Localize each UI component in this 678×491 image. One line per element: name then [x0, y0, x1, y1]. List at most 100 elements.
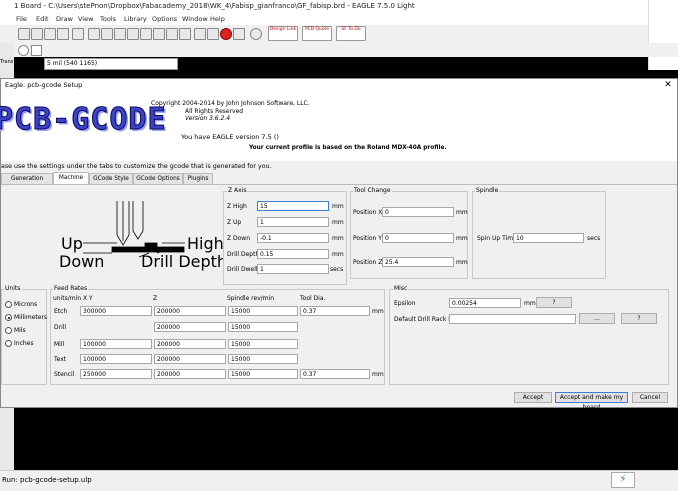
tab-gcode-style[interactable]: GCode Style	[89, 173, 133, 184]
diagram-drill-depth-label: Drill Depth	[141, 252, 223, 271]
open-icon[interactable]	[18, 28, 30, 40]
redo-icon[interactable]	[207, 28, 219, 40]
etch-z-input[interactable]: 200000	[154, 306, 226, 316]
drill-depth-input[interactable]: 0.15	[257, 249, 329, 259]
drill-dwell-input[interactable]: 1	[257, 264, 329, 274]
etch-unit: mm	[372, 308, 384, 315]
menu-window[interactable]: Window	[182, 15, 208, 23]
save-icon[interactable]	[31, 28, 43, 40]
stencil-spindle-input[interactable]: 15000	[228, 369, 298, 379]
epsilon-input[interactable]: 0.00254	[449, 298, 521, 308]
etch-xy-input[interactable]: 300000	[80, 306, 152, 316]
position-x-label: Position X	[353, 209, 383, 216]
machine-panel: Up Down High Drill Depth Z Axis Z High 1…	[1, 184, 677, 389]
drill-spindle-input[interactable]: 15000	[228, 322, 298, 332]
menu-file[interactable]: File	[16, 15, 27, 23]
feed-rates-title: Feed Rates	[53, 285, 89, 292]
z-down-input[interactable]: -0.1	[257, 233, 329, 243]
etch-spindle-input[interactable]: 15000	[228, 306, 298, 316]
position-y-unit: mm	[456, 235, 468, 242]
text-spindle-input[interactable]: 15000	[228, 354, 298, 364]
row-drill-label: Drill	[54, 324, 67, 331]
radio-microns[interactable]	[5, 301, 12, 308]
lightning-icon[interactable]: ⚡	[611, 472, 635, 488]
cancel-button[interactable]: Cancel	[632, 392, 668, 403]
copyright-text: Copyright 2004-2014 by John Johnson Soft…	[151, 100, 310, 107]
script-icon[interactable]	[101, 28, 113, 40]
help-icon[interactable]	[250, 28, 262, 40]
menu-tools[interactable]: Tools	[100, 15, 116, 23]
stencil-z-input[interactable]: 200000	[154, 369, 226, 379]
usage-hint: ase use the settings under the tabs to c…	[1, 163, 272, 170]
undo-icon[interactable]	[194, 28, 206, 40]
design-link-button[interactable]: Design Link	[268, 26, 298, 41]
drill-z-input[interactable]: 200000	[154, 322, 226, 332]
mill-z-input[interactable]: 200000	[154, 339, 226, 349]
accept-button[interactable]: Accept	[514, 392, 552, 403]
layer-icon[interactable]	[18, 45, 29, 56]
browse-button[interactable]: ...	[579, 313, 615, 324]
menu-draw[interactable]: Draw	[56, 15, 73, 23]
grid-icon[interactable]	[31, 45, 42, 56]
text-xy-input[interactable]: 100000	[80, 354, 152, 364]
zoom-out-icon[interactable]	[140, 28, 152, 40]
epsilon-help-button[interactable]: ?	[536, 297, 572, 308]
zoom-select-icon[interactable]	[153, 28, 165, 40]
z-up-unit: mm	[332, 219, 344, 226]
row-text-label: Text	[54, 356, 67, 363]
menu-library[interactable]: Library	[124, 15, 147, 23]
position-x-input[interactable]: 0	[382, 207, 454, 217]
menu-edit[interactable]: Edit	[36, 15, 49, 23]
board-canvas[interactable]	[40, 410, 678, 470]
position-x-unit: mm	[456, 209, 468, 216]
spin-up-time-label: Spin Up Time	[477, 235, 517, 242]
sf-todo-button[interactable]: SF To Do	[336, 26, 366, 41]
stop-icon[interactable]	[220, 28, 232, 40]
accept-and-make-board-button[interactable]: Accept and make my board	[555, 392, 628, 411]
mill-xy-input[interactable]: 100000	[80, 339, 152, 349]
board-icon[interactable]	[72, 28, 84, 40]
go-icon[interactable]	[233, 28, 245, 40]
row-etch-label: Etch	[54, 308, 68, 315]
stencil-xy-input[interactable]: 250000	[80, 369, 152, 379]
etch-tooldia-input[interactable]: 0.37	[300, 306, 370, 316]
text-z-input[interactable]: 200000	[154, 354, 226, 364]
position-z-input[interactable]: 25.4	[382, 257, 454, 267]
status-text: Run: pcb-gcode-setup.ulp	[2, 476, 92, 484]
z-down-unit: mm	[332, 235, 344, 242]
close-icon[interactable]: ✕	[662, 79, 674, 91]
radio-inches[interactable]	[5, 340, 12, 347]
tab-plugins[interactable]: Plugins	[183, 173, 213, 184]
pcb-gcode-setup-dialog: Eagle: pcb-gcode Setup ✕ PCB-GCODE Copyr…	[0, 78, 678, 411]
drill-rack-input[interactable]	[449, 314, 576, 324]
tab-generation-options[interactable]: Generation Options	[1, 173, 53, 192]
diagram-down-label: Down	[59, 252, 104, 271]
stencil-tooldia-input[interactable]: 0.37	[300, 369, 370, 379]
spin-up-time-input[interactable]: 10	[513, 233, 584, 243]
tab-gcode-options[interactable]: GCode Options	[133, 173, 183, 184]
print-icon[interactable]	[44, 28, 56, 40]
z-high-input[interactable]: 15	[257, 201, 329, 211]
position-y-input[interactable]: 0	[382, 233, 454, 243]
pcb-quote-button[interactable]: PCB Quote	[302, 26, 332, 41]
z-up-input[interactable]: 1	[257, 217, 329, 227]
menu-options[interactable]: Options	[152, 15, 177, 23]
mill-spindle-input[interactable]: 15000	[228, 339, 298, 349]
side-label-trans: Trans	[0, 59, 14, 65]
diagram-up-label: Up	[61, 234, 83, 253]
radio-millimeters[interactable]	[5, 314, 12, 321]
radio-mils[interactable]	[5, 327, 12, 334]
zoom-fit-icon[interactable]	[114, 28, 126, 40]
units-title: Units	[4, 285, 22, 292]
misc-title: Misc	[393, 285, 409, 292]
zoom-window-icon[interactable]	[179, 28, 191, 40]
ulp-icon[interactable]	[88, 28, 100, 40]
cam-icon[interactable]	[57, 28, 69, 40]
z-axis-title: Z Axis	[227, 187, 248, 194]
zoom-in-icon[interactable]	[127, 28, 139, 40]
menu-help[interactable]: Help	[210, 15, 225, 23]
redraw-icon[interactable]	[166, 28, 178, 40]
coordinate-display: 5 mil (540 1165)	[44, 58, 178, 70]
menu-view[interactable]: View	[78, 15, 93, 23]
drill-rack-help-button[interactable]: ?	[621, 313, 657, 324]
